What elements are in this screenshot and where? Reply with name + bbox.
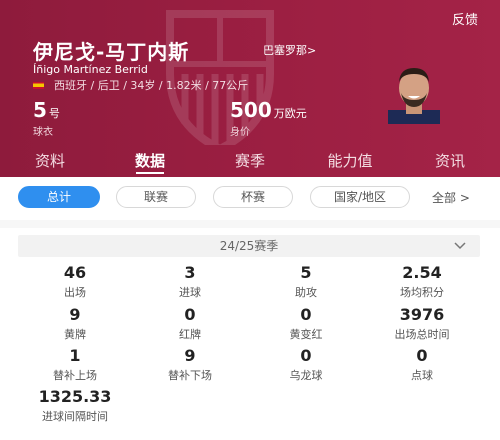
stat-label: 红牌 xyxy=(179,328,201,341)
main-tabs: 资料 数据 赛季 能力值 资讯 xyxy=(0,145,500,177)
tab-profile[interactable]: 资料 xyxy=(0,145,100,177)
season-selector[interactable]: 24/25赛季 xyxy=(18,235,480,257)
tab-news[interactable]: 资讯 xyxy=(400,145,500,177)
stat-item: 0 黄变红 xyxy=(251,305,361,342)
market-value-label: 身价 xyxy=(230,127,250,138)
stat-item: 9 替补下场 xyxy=(135,346,245,383)
filter-cup[interactable]: 杯赛 xyxy=(213,186,293,208)
tab-season[interactable]: 赛季 xyxy=(200,145,300,177)
player-name: 伊尼戈-马丁内斯 xyxy=(33,40,190,64)
stat-label: 进球 xyxy=(179,286,201,299)
jersey-number: 5号 xyxy=(33,98,60,122)
club-link[interactable]: 巴塞罗那> xyxy=(263,42,316,58)
stat-label: 出场总时间 xyxy=(394,328,450,341)
stat-item: 1 替补上场 xyxy=(20,346,130,383)
stat-label: 点球 xyxy=(411,369,433,382)
stat-item: 1325.33 进球间隔时间 xyxy=(20,387,130,424)
stat-label: 替补上场 xyxy=(53,369,97,382)
stat-item: 0 红牌 xyxy=(135,305,245,342)
chevron-down-icon xyxy=(454,242,466,250)
stat-label: 乌龙球 xyxy=(289,369,323,382)
stat-item: 3 进球 xyxy=(135,263,245,300)
feedback-button[interactable]: 反馈 xyxy=(452,9,478,28)
stat-value: 0 xyxy=(416,346,428,365)
stat-value: 46 xyxy=(63,263,87,282)
stat-value: 2.54 xyxy=(402,263,442,282)
stat-label: 替补下场 xyxy=(168,369,212,382)
spain-flag-icon xyxy=(33,81,44,89)
tab-ability[interactable]: 能力值 xyxy=(300,145,400,177)
stat-item: 0 点球 xyxy=(367,346,477,383)
stat-item: 9 黄牌 xyxy=(20,305,130,342)
stat-label: 黄变红 xyxy=(289,328,323,341)
stat-label: 进球间隔时间 xyxy=(42,410,108,423)
stat-value: 5 xyxy=(300,263,312,282)
stat-item: 46 出场 xyxy=(20,263,130,300)
stat-value: 3 xyxy=(184,263,196,282)
filter-all-button[interactable]: 全部 > xyxy=(432,189,470,206)
club-crest-watermark xyxy=(166,10,274,145)
stat-item: 5 助攻 xyxy=(251,263,361,300)
player-avatar xyxy=(388,68,440,124)
filter-league[interactable]: 联赛 xyxy=(116,186,196,208)
jersey-number-unit: 号 xyxy=(48,107,60,120)
stat-item: 0 乌龙球 xyxy=(251,346,361,383)
stat-label: 出场 xyxy=(64,286,86,299)
jersey-label: 球衣 xyxy=(33,127,53,138)
stat-label: 黄牌 xyxy=(64,328,86,341)
market-value-unit: 万欧元 xyxy=(273,107,307,120)
season-selected: 24/25赛季 xyxy=(219,239,279,253)
stat-item: 2.54 场均积分 xyxy=(367,263,477,300)
stat-value: 9 xyxy=(184,346,196,365)
competition-filters: 总计 联赛 杯赛 国家/地区 全部 > xyxy=(0,186,500,212)
tab-data[interactable]: 数据 xyxy=(100,145,200,177)
market-value-amount: 500 xyxy=(230,98,272,122)
section-divider xyxy=(0,220,500,228)
stat-value: 1 xyxy=(69,346,81,365)
stat-value: 0 xyxy=(300,305,312,324)
stat-label: 助攻 xyxy=(295,286,317,299)
player-info: 西班牙 / 后卫 / 34岁 / 1.82米 / 77公斤 xyxy=(33,77,248,93)
stat-item: 3976 出场总时间 xyxy=(367,305,477,342)
stat-value: 1325.33 xyxy=(38,387,112,406)
market-value: 500 万欧元 xyxy=(230,98,307,122)
stat-value: 9 xyxy=(69,305,81,324)
player-name-en: Íñigo Martínez Berrid xyxy=(33,63,148,76)
stat-value: 0 xyxy=(184,305,196,324)
jersey-number-value: 5 xyxy=(33,98,47,122)
player-header: 反馈 伊尼戈-马丁内斯 巴塞罗那> Íñigo Martínez Berrid … xyxy=(0,0,500,145)
stat-value: 3976 xyxy=(399,305,445,324)
stat-value: 0 xyxy=(300,346,312,365)
filter-total[interactable]: 总计 xyxy=(18,186,100,208)
stat-label: 场均积分 xyxy=(400,286,444,299)
filter-national[interactable]: 国家/地区 xyxy=(310,186,410,208)
player-info-text: 西班牙 / 后卫 / 34岁 / 1.82米 / 77公斤 xyxy=(54,79,249,92)
